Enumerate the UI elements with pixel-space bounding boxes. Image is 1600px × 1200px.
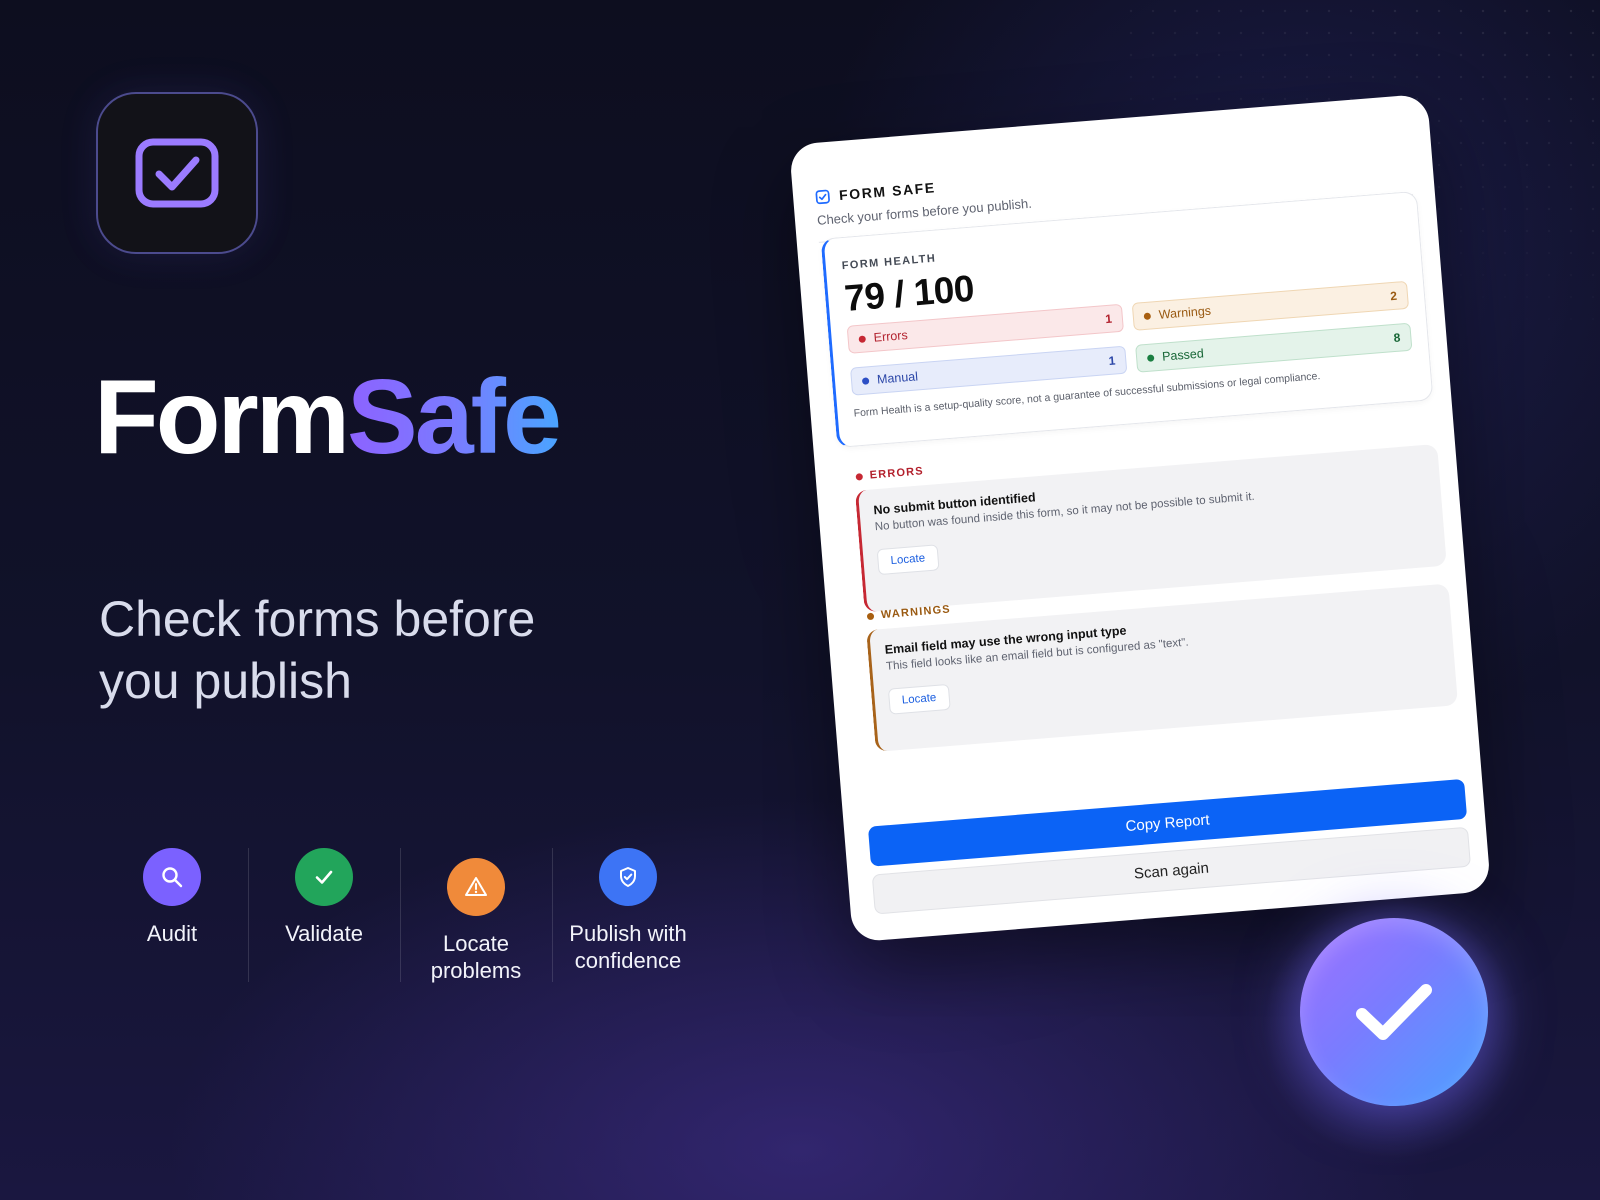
- feature-audit: Audit: [96, 848, 248, 984]
- panel-title-text: FORM SAFE: [838, 179, 937, 204]
- search-icon: [143, 848, 201, 906]
- feature-label: Audit: [146, 921, 198, 946]
- error-dot-icon: [858, 334, 866, 343]
- locate-button[interactable]: Locate: [876, 544, 940, 576]
- app-icon: [96, 92, 258, 254]
- warning-dot-icon: [1143, 311, 1152, 320]
- warning-dot-icon: [866, 612, 875, 620]
- brand-name-part-1: Form: [94, 358, 350, 476]
- errors-section-label: ERRORS: [855, 465, 924, 482]
- warning-issue-item: Email field may use the wrong input type…: [866, 583, 1459, 752]
- manual-dot-icon: [861, 376, 870, 385]
- stat-count: 1: [1108, 353, 1116, 368]
- stat-count: 8: [1393, 330, 1401, 346]
- brand-name-part-2: Safe: [347, 358, 562, 476]
- feature-label: Validate: [285, 921, 363, 946]
- check-icon: [295, 848, 353, 906]
- stat-count: 1: [1104, 311, 1113, 327]
- feature-label: Publish with confidence: [569, 921, 687, 973]
- check-badge: [1300, 918, 1488, 1106]
- feature-list: Audit Validate Locate problems Publish w…: [96, 848, 704, 984]
- checkbox-icon: [135, 138, 219, 208]
- passed-dot-icon: [1146, 353, 1155, 362]
- shield-check-icon: [599, 848, 657, 906]
- checkbox-icon: [815, 189, 830, 204]
- feature-validate: Validate: [248, 848, 400, 984]
- feature-locate-problems: Locate problems: [400, 848, 552, 984]
- stat-count: 2: [1389, 288, 1398, 304]
- stat-label: Manual: [876, 369, 919, 387]
- tagline: Check forms before you publish: [99, 591, 536, 709]
- brand-wordmark: FormSafe: [94, 364, 562, 470]
- locate-button[interactable]: Locate: [887, 683, 951, 715]
- stat-label: Warnings: [1158, 303, 1212, 322]
- warning-icon: [447, 858, 505, 916]
- error-issue-item: No submit button identified No button wa…: [854, 443, 1447, 613]
- section-label-text: ERRORS: [869, 465, 925, 482]
- check-icon: [1356, 984, 1432, 1040]
- formsafe-panel: FORM SAFE Check your forms before you pu…: [788, 93, 1492, 943]
- feature-publish-with-confidence: Publish with confidence: [552, 848, 704, 984]
- error-dot-icon: [855, 472, 864, 481]
- feature-label: Locate problems: [430, 931, 522, 983]
- stat-label: Errors: [873, 328, 909, 345]
- stat-label: Passed: [1161, 346, 1205, 364]
